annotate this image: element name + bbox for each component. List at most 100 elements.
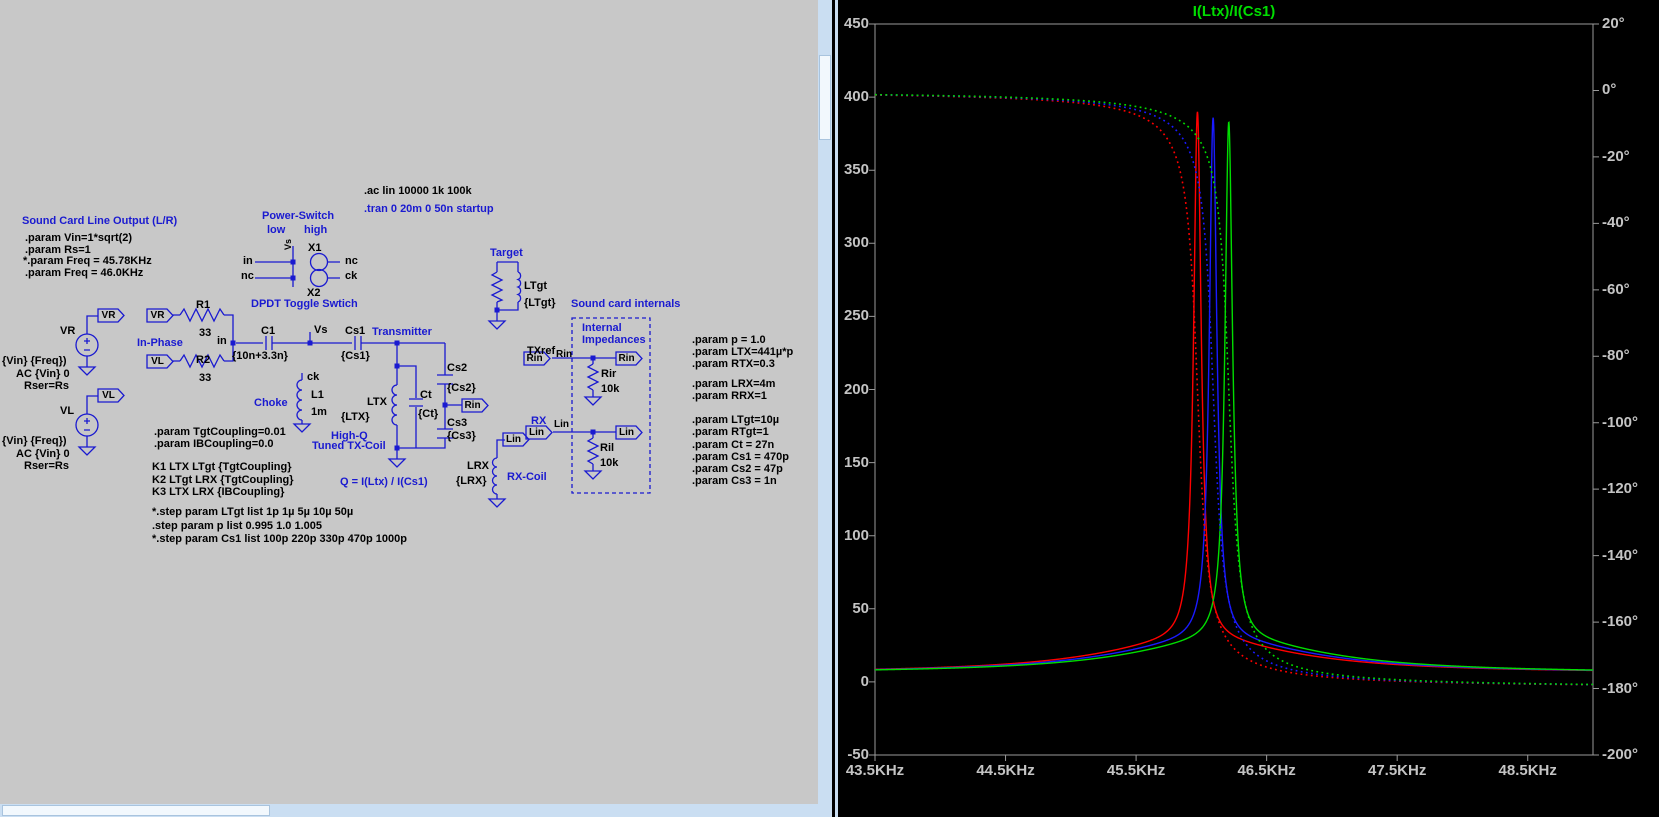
x1-label: X1 [308, 242, 322, 254]
flag-rin-cs-text: Rin [464, 400, 481, 411]
c1-label: C1 [261, 325, 276, 337]
ct-label: Ct [420, 389, 432, 401]
horizontal-scrollbar[interactable] [0, 804, 818, 817]
ltx-label: LTX [367, 396, 387, 408]
rin-node-label: Rin [556, 349, 573, 360]
lrx-label: LRX [467, 460, 489, 472]
cs2-value: {Cs2} [447, 382, 476, 394]
ac-directive: .ac lin 10000 1k 100k [364, 185, 472, 197]
cs1-label: Cs1 [345, 325, 366, 337]
l1-label: L1 [311, 389, 324, 401]
param-ltgt: .param LTgt=10µ [692, 414, 780, 426]
dpdt-label: DPDT Toggle Swtich [251, 298, 358, 310]
param-rtgt: .param RTgt=1 [692, 426, 769, 438]
param-lrx: .param LRX=4m [692, 378, 776, 390]
step-ltgt-directive: *.step param LTgt list 1p 1µ 5µ 10µ 50µ [152, 506, 354, 518]
param-ibcoupling: .param IBCoupling=0.0 [154, 438, 274, 450]
ltspice-window: Sound Card Line Output (L/R) .param Vin=1… [0, 0, 1659, 817]
param-freq-4578: *.param Freq = 45.78KHz [23, 255, 152, 267]
param-cs3: .param Cs3 = 1n [692, 475, 777, 487]
q-formula-label: Q = I(Ltx) / I(Cs1) [340, 476, 428, 488]
rir-label: Rir [601, 368, 617, 380]
vr-value-1: {Vin} {Freq}) [2, 355, 67, 367]
switch-nc-right-label: nc [345, 255, 358, 267]
flag-vl-r2-text: VL [151, 356, 164, 367]
in-phase-label: In-Phase [137, 337, 183, 349]
param-freq-46: .param Freq = 46.0KHz [25, 267, 144, 279]
param-rrx: .param RRX=1 [692, 390, 767, 402]
vl-value-1: {Vin} {Freq}) [2, 435, 67, 447]
step-p-directive: .step param p list 0.995 1.0 1.005 [152, 520, 322, 532]
vl-value-2: AC {Vin} 0 [16, 448, 70, 460]
l1-value: 1m [311, 406, 327, 418]
r1-label: R1 [196, 299, 211, 311]
k3-directive: K3 LTX LRX {IBCoupling} [152, 486, 285, 498]
cs2-label: Cs2 [447, 362, 468, 374]
param-cs2: .param Cs2 = 47p [692, 463, 783, 475]
flag-vr-source-text: VR [101, 310, 116, 321]
param-ct: .param Ct = 27n [692, 439, 775, 451]
ril-value: 10k [600, 457, 619, 469]
vertical-scrollbar[interactable] [818, 0, 832, 817]
vs-node-label: Vs [314, 324, 328, 336]
flag-lin-right-text: Lin [619, 427, 634, 438]
switch-in-label: in [243, 255, 253, 267]
rir-value: 10k [601, 383, 620, 395]
step-cs1-directive: *.step param Cs1 list 100p 220p 330p 470… [152, 533, 407, 545]
ct-value: {Ct} [418, 408, 439, 420]
in-node-label: in [217, 335, 227, 347]
param-vin: .param Vin=1*sqrt(2) [25, 232, 133, 244]
param-p: .param p = 1.0 [692, 334, 766, 346]
k2-directive: K2 LTgt LRX {TgtCoupling} [152, 474, 294, 486]
c1-value: {10n+3.3n} [232, 350, 288, 362]
k1-directive: K1 LTX LTgt {TgtCoupling} [152, 461, 292, 473]
vr-value-2: AC {Vin} 0 [16, 368, 70, 380]
param-ltx: .param LTX=441µ*p [692, 346, 794, 358]
switch-low-label: low [267, 224, 286, 236]
vertical-scrollbar-thumb[interactable] [819, 55, 831, 140]
flag-lin-rx-text: Lin [529, 427, 544, 438]
internal-label: Internal [582, 322, 622, 334]
vr-name: VR [60, 325, 76, 337]
schematic-canvas[interactable]: Sound Card Line Output (L/R) .param Vin=1… [0, 0, 818, 804]
r2-value: 33 [199, 372, 212, 384]
param-tgtcoupling: .param TgtCoupling=0.01 [154, 426, 286, 438]
r2-label: R2 [196, 354, 211, 366]
r1-value: 33 [199, 327, 212, 339]
flag-vr-r1-text: VR [150, 310, 165, 321]
rx-coil-label: RX-Coil [507, 471, 547, 483]
sound-card-internals-label: Sound card internals [571, 298, 681, 310]
sound-card-line-output-label: Sound Card Line Output (L/R) [22, 215, 178, 227]
cs3-value: {Cs3} [447, 430, 476, 442]
vl-name: VL [60, 405, 75, 417]
choke-label: Choke [254, 397, 288, 409]
flag-lin-lrx-text: Lin [506, 434, 521, 445]
switch-high-label: high [304, 224, 328, 236]
tuned-tx-coil-label: Tuned TX-Coil [312, 440, 386, 452]
impedances-label: Impedances [582, 334, 646, 346]
switch-nc-left-label: nc [241, 270, 254, 282]
waveform-panel[interactable] [838, 0, 1659, 817]
lin-node-label: Lin [554, 419, 569, 430]
flag-vl-source-text: VL [102, 390, 115, 401]
flag-rin-left-text: Rin [526, 353, 543, 364]
schematic-text-layer: Sound Card Line Output (L/R) .param Vin=1… [0, 0, 818, 804]
vs-rotated-label: Vs [283, 238, 293, 250]
ck-node-label: ck [307, 371, 320, 383]
switch-ck-right-label: ck [345, 270, 358, 282]
vl-value-3: Rser=Rs [24, 460, 69, 472]
power-switch-label: Power-Switch [262, 210, 335, 222]
ltx-value: {LTX} [341, 411, 370, 423]
ltgt-label: LTgt [524, 280, 548, 292]
cs3-label: Cs3 [447, 417, 468, 429]
cs1-value: {Cs1} [341, 350, 370, 362]
param-cs1: .param Cs1 = 470p [692, 451, 789, 463]
target-label: Target [490, 247, 523, 259]
horizontal-scrollbar-thumb[interactable] [2, 805, 270, 816]
lrx-value: {LRX} [456, 475, 487, 487]
tran-directive: .tran 0 20m 0 50n startup [364, 203, 494, 215]
param-rtx: .param RTX=0.3 [692, 358, 775, 370]
ril-label: Ril [600, 442, 615, 454]
plot-title: I(Ltx)/I(Cs1) [1192, 3, 1276, 20]
transmitter-label: Transmitter [372, 326, 432, 338]
